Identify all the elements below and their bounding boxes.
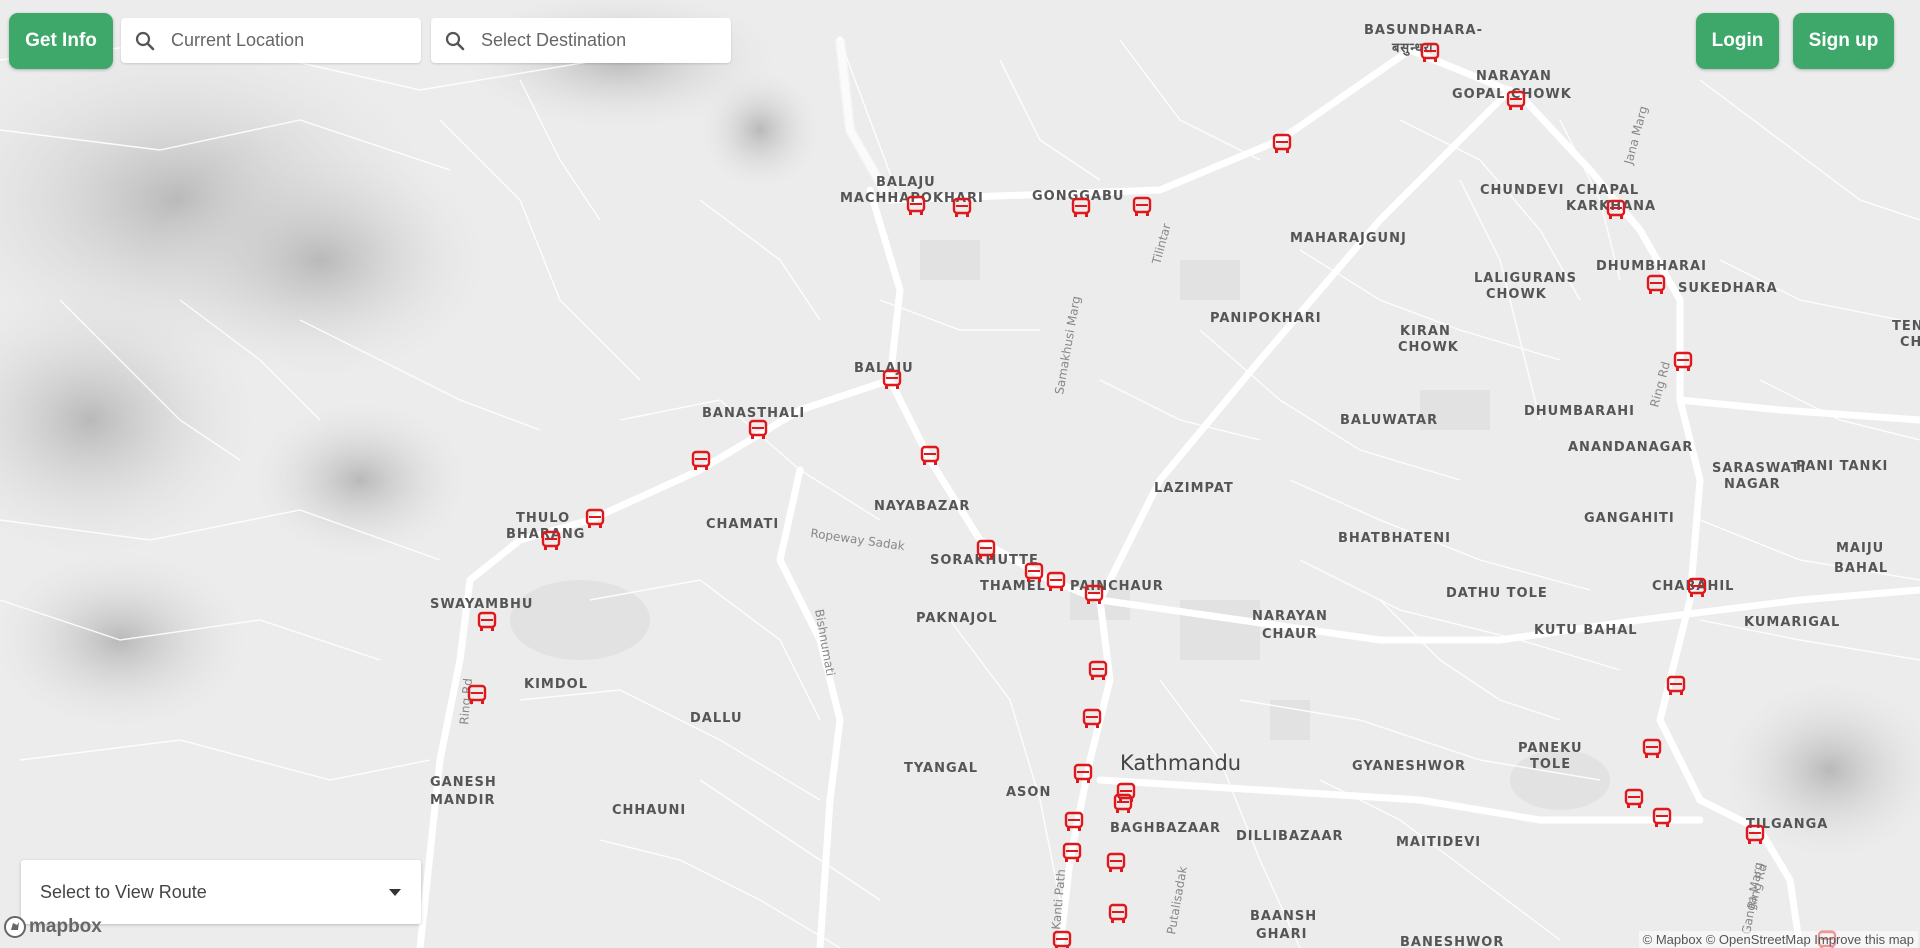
place-label: BALUWATAR bbox=[1340, 413, 1438, 428]
caret-down-icon bbox=[389, 888, 401, 896]
place-label: DALLU bbox=[690, 711, 743, 726]
place-label: TILGANGA bbox=[1746, 817, 1828, 832]
place-label: GYANESHWOR bbox=[1352, 759, 1466, 774]
place-label: ASON bbox=[1006, 785, 1051, 800]
destination-input[interactable] bbox=[479, 29, 723, 52]
place-label: PAKNAJOL bbox=[916, 611, 998, 626]
place-label: SWAYAMBHU bbox=[430, 597, 533, 612]
place-label: CHAMATI bbox=[706, 517, 779, 532]
place-label: KIRAN bbox=[1400, 324, 1451, 339]
place-label: GANGAHITI bbox=[1584, 511, 1675, 526]
login-button[interactable]: Login bbox=[1696, 13, 1779, 69]
place-label: CHHAUNI bbox=[612, 803, 686, 818]
route-select-dropdown[interactable]: Select to View Route bbox=[21, 860, 421, 924]
mapbox-logo: mapbox bbox=[4, 916, 102, 938]
current-location-search[interactable] bbox=[121, 18, 421, 63]
place-label: PAINCHAUR bbox=[1070, 579, 1164, 594]
current-location-input[interactable] bbox=[169, 29, 413, 52]
place-label: THAMEL bbox=[980, 579, 1046, 594]
place-label: NAYABAZAR bbox=[874, 499, 970, 514]
place-label: SUKEDHARA bbox=[1678, 281, 1778, 296]
place-label: LAZIMPAT bbox=[1154, 481, 1234, 496]
place-label: TEN bbox=[1892, 319, 1920, 334]
place-label: BASUNDHARA- bbox=[1364, 23, 1483, 38]
search-icon bbox=[135, 31, 155, 50]
mapbox-logo-text: mapbox bbox=[29, 916, 102, 937]
place-label: MAITIDEVI bbox=[1396, 835, 1481, 850]
search-icon bbox=[445, 31, 465, 50]
place-label: CH bbox=[1900, 335, 1920, 350]
place-label: ANANDANAGAR bbox=[1568, 440, 1693, 455]
place-label: DHUMBARAHI bbox=[1524, 404, 1635, 419]
place-label: DATHU TOLE bbox=[1446, 586, 1548, 601]
place-label: TOLE bbox=[1530, 757, 1571, 772]
route-select-label: Select to View Route bbox=[40, 881, 207, 902]
place-label: KIMDOL bbox=[524, 677, 588, 692]
place-label: DHUMBHARAI bbox=[1596, 259, 1707, 274]
place-label: LALIGURANS bbox=[1474, 271, 1577, 286]
place-label: GANESH bbox=[430, 775, 497, 790]
place-label: NARAYAN bbox=[1476, 69, 1552, 84]
place-label: DILLIBAZAAR bbox=[1236, 829, 1344, 844]
place-label: CHAPAL bbox=[1576, 183, 1639, 198]
place-label: BHATBHATENI bbox=[1338, 531, 1451, 546]
destination-search[interactable] bbox=[431, 18, 731, 63]
place-label: MAHARAJGUNJ bbox=[1290, 231, 1407, 246]
map-canvas[interactable]: Ropeway Sadak Samakhusi Marg Tilintar Ja… bbox=[0, 0, 1920, 948]
place-label: BAGHBAZAAR bbox=[1110, 821, 1221, 836]
place-label: MAIJU bbox=[1836, 541, 1884, 556]
place-label: BALAJU bbox=[876, 175, 936, 190]
place-label: CHAUR bbox=[1262, 627, 1318, 642]
place-label: GHARI bbox=[1256, 927, 1307, 942]
mapbox-mark-icon bbox=[4, 916, 26, 938]
place-label: TYANGAL bbox=[904, 761, 978, 776]
place-label: GONGGABU bbox=[1032, 189, 1124, 204]
place-label: PANEKU bbox=[1518, 741, 1583, 756]
place-label: BANASTHALI bbox=[702, 406, 805, 421]
place-label: CHUNDEVI bbox=[1480, 183, 1564, 198]
map-attribution[interactable]: © Mapbox © OpenStreetMap Improve this ma… bbox=[1638, 931, 1918, 948]
place-label: SARASWATI bbox=[1712, 461, 1806, 476]
signup-button[interactable]: Sign up bbox=[1793, 13, 1894, 69]
place-label: CHOWK bbox=[1486, 287, 1547, 302]
place-label: BAANSH bbox=[1250, 909, 1317, 924]
city-label: Kathmandu bbox=[1120, 751, 1241, 775]
place-label: KUTU BAHAL bbox=[1534, 623, 1638, 638]
place-label: PANIPOKHARI bbox=[1210, 311, 1322, 326]
place-label: NAGAR bbox=[1724, 477, 1781, 492]
get-info-button[interactable]: Get Info bbox=[9, 13, 113, 69]
place-label: BAHAL bbox=[1834, 561, 1888, 576]
place-label: PANI TANKI bbox=[1796, 459, 1888, 474]
place-label: MANDIR bbox=[430, 793, 496, 808]
place-label: BANESHWOR bbox=[1400, 935, 1504, 948]
place-label: KUMARIGAL bbox=[1744, 615, 1840, 630]
place-label: THULO bbox=[516, 511, 570, 526]
place-label: CHOWK bbox=[1398, 340, 1459, 355]
place-label: NARAYAN bbox=[1252, 609, 1328, 624]
